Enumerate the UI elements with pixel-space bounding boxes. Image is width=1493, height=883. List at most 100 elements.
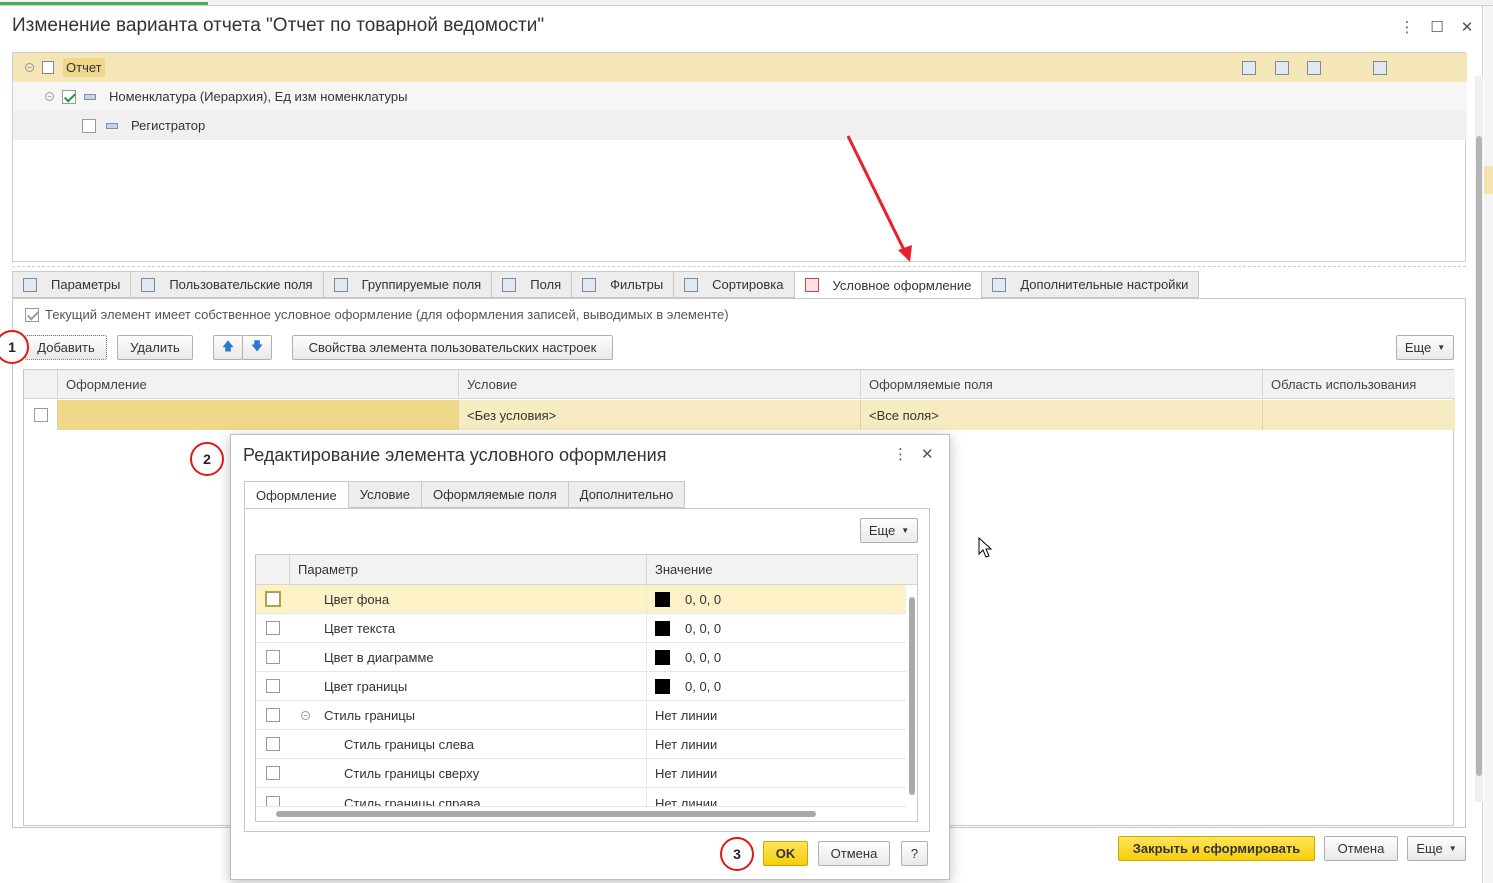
close-icon[interactable]: ✕ bbox=[1457, 18, 1477, 36]
row-checkbox[interactable] bbox=[266, 621, 280, 635]
maximize-icon[interactable]: ☐ bbox=[1427, 18, 1447, 36]
table-row[interactable]: Стиль границы сверху Нет линии bbox=[256, 758, 906, 788]
row-checkbox[interactable] bbox=[266, 650, 280, 664]
tab-filters[interactable]: Фильтры bbox=[571, 271, 674, 298]
condition-cell[interactable]: <Без условия> bbox=[459, 400, 861, 430]
table-row[interactable]: Цвет текста 0, 0, 0 bbox=[256, 613, 906, 643]
tree-row-nomenclature[interactable]: − Номенклатура (Иерархия), Ед изм номенк… bbox=[13, 82, 1467, 111]
settings-tabs: Параметры Пользовательские поля Группиру… bbox=[12, 271, 1200, 299]
tab-sorting[interactable]: Сортировка bbox=[673, 271, 794, 298]
more-dropdown-button[interactable]: Еще ▼ bbox=[1396, 335, 1454, 360]
color-swatch[interactable] bbox=[655, 678, 670, 694]
filter-icon[interactable] bbox=[1275, 60, 1289, 75]
row-checkbox[interactable] bbox=[33, 408, 48, 422]
grouping-icon bbox=[106, 122, 118, 129]
column-header[interactable]: Значение bbox=[647, 555, 917, 584]
tab-user-fields[interactable]: Пользовательские поля bbox=[130, 271, 323, 298]
window-scrollbar[interactable] bbox=[1475, 76, 1483, 802]
tab-formatted-fields[interactable]: Оформляемые поля bbox=[420, 481, 568, 508]
row-checkbox[interactable] bbox=[265, 591, 281, 607]
row-checkbox[interactable] bbox=[266, 708, 280, 722]
row-checkbox[interactable] bbox=[82, 118, 96, 133]
table-row[interactable]: − Стиль границы Нет линии bbox=[256, 700, 906, 730]
table-icon bbox=[23, 277, 37, 292]
table-row[interactable]: Цвет фона 0, 0, 0 bbox=[256, 584, 906, 614]
tab-condition[interactable]: Условие bbox=[347, 481, 421, 508]
vertical-scrollbar[interactable] bbox=[906, 585, 917, 807]
settings-icon bbox=[992, 277, 1007, 292]
add-button[interactable]: Добавить bbox=[25, 335, 107, 360]
fields-cell[interactable]: <Все поля> bbox=[861, 400, 1263, 430]
table-icon bbox=[333, 277, 348, 292]
annotation-arrow bbox=[846, 135, 912, 262]
move-down-button[interactable]: 🡇 bbox=[242, 335, 272, 360]
tab-conditional-formatting[interactable]: Условное оформление bbox=[793, 271, 982, 299]
tab-format[interactable]: Оформление bbox=[244, 481, 348, 509]
tab-additional-settings[interactable]: Дополнительные настройки bbox=[981, 271, 1200, 298]
column-header[interactable]: Область использования bbox=[1263, 370, 1454, 399]
parameter-value: 0, 0, 0 bbox=[685, 678, 722, 694]
ok-button[interactable]: OK bbox=[763, 841, 808, 866]
conditional-format-edit-dialog: Редактирование элемента условного оформл… bbox=[230, 434, 950, 880]
parameter-name: Стиль границы bbox=[324, 707, 416, 723]
own-formatting-option[interactable]: Текущий элемент имеет собственное условн… bbox=[25, 307, 729, 322]
table-row[interactable]: <Без условия> <Все поля> bbox=[24, 400, 1455, 430]
row-checkbox[interactable] bbox=[266, 796, 280, 806]
report-structure-tree: − Отчет − Номенклатура (Иерархия), Ед из… bbox=[12, 52, 1467, 262]
row-checkbox[interactable] bbox=[266, 679, 280, 693]
table-row[interactable]: Стиль границы слева Нет линии bbox=[256, 729, 906, 759]
color-swatch[interactable] bbox=[655, 649, 670, 665]
collapse-icon[interactable]: − bbox=[301, 710, 310, 720]
settings-icon[interactable] bbox=[1373, 60, 1387, 75]
more-icon[interactable]: ⋮ bbox=[1397, 18, 1417, 36]
move-up-button[interactable]: 🡅 bbox=[213, 335, 243, 360]
color-swatch[interactable] bbox=[655, 620, 670, 636]
parameter-value[interactable]: Нет линии bbox=[647, 701, 906, 730]
table-row[interactable]: Стиль границы справа Нет линии bbox=[256, 788, 906, 807]
table-row[interactable]: Цвет границы 0, 0, 0 bbox=[256, 671, 906, 701]
parameter-name: Стиль границы справа bbox=[290, 788, 647, 806]
more-dropdown-button[interactable]: Еще ▼ bbox=[860, 518, 918, 543]
step-marker-3: 3 bbox=[720, 837, 754, 871]
row-checkbox[interactable] bbox=[266, 766, 280, 780]
own-formatting-checkbox[interactable] bbox=[25, 307, 39, 322]
sort-icon bbox=[684, 277, 699, 292]
row-checkbox[interactable] bbox=[62, 89, 76, 104]
sort-icon[interactable] bbox=[1307, 60, 1321, 75]
window-title: Изменение варианта отчета "Отчет по това… bbox=[12, 15, 545, 36]
column-header[interactable]: Условие bbox=[459, 370, 861, 399]
tree-row-registrator[interactable]: Регистратор bbox=[13, 111, 1467, 140]
horizontal-scrollbar[interactable] bbox=[256, 807, 906, 821]
cancel-button[interactable]: Отмена bbox=[1324, 836, 1398, 861]
tree-label: Отчет bbox=[63, 58, 105, 77]
column-header[interactable]: Параметр bbox=[290, 555, 647, 584]
parameter-value[interactable]: Нет линии bbox=[647, 759, 906, 788]
parameter-value[interactable]: Нет линии bbox=[647, 730, 906, 759]
dialog-cancel-button[interactable]: Отмена bbox=[818, 841, 890, 866]
area-cell[interactable] bbox=[1263, 400, 1454, 430]
close-and-build-button[interactable]: Закрыть и сформировать bbox=[1118, 836, 1315, 861]
tab-parameters[interactable]: Параметры bbox=[12, 271, 131, 298]
collapse-icon[interactable]: − bbox=[25, 63, 34, 72]
table-row[interactable]: Цвет в диаграмме 0, 0, 0 bbox=[256, 642, 906, 672]
column-header[interactable]: Оформление bbox=[58, 370, 459, 399]
tab-fields[interactable]: Поля bbox=[491, 271, 572, 298]
more-icon[interactable]: ⋮ bbox=[893, 445, 908, 463]
tab-additional[interactable]: Дополнительно bbox=[567, 481, 686, 508]
format-cell[interactable] bbox=[58, 400, 459, 430]
parameter-name: Цвет текста bbox=[290, 613, 647, 643]
close-icon[interactable]: ✕ bbox=[921, 445, 934, 463]
column-header[interactable]: Оформляемые поля bbox=[861, 370, 1263, 399]
tree-row-report[interactable]: − Отчет bbox=[13, 53, 1467, 82]
structure-icon[interactable] bbox=[1242, 60, 1256, 75]
splitter[interactable] bbox=[12, 266, 1466, 267]
color-swatch[interactable] bbox=[655, 591, 670, 607]
help-button[interactable]: ? bbox=[901, 841, 928, 866]
user-settings-properties-button[interactable]: Свойства элемента пользовательских настр… bbox=[292, 335, 613, 360]
more-dropdown-button[interactable]: Еще ▼ bbox=[1407, 836, 1466, 861]
parameter-value[interactable]: Нет линии bbox=[647, 788, 906, 806]
row-checkbox[interactable] bbox=[266, 737, 280, 751]
collapse-icon[interactable]: − bbox=[45, 92, 54, 101]
tab-grouping-fields[interactable]: Группируемые поля bbox=[322, 271, 492, 298]
delete-button[interactable]: Удалить bbox=[117, 335, 193, 360]
